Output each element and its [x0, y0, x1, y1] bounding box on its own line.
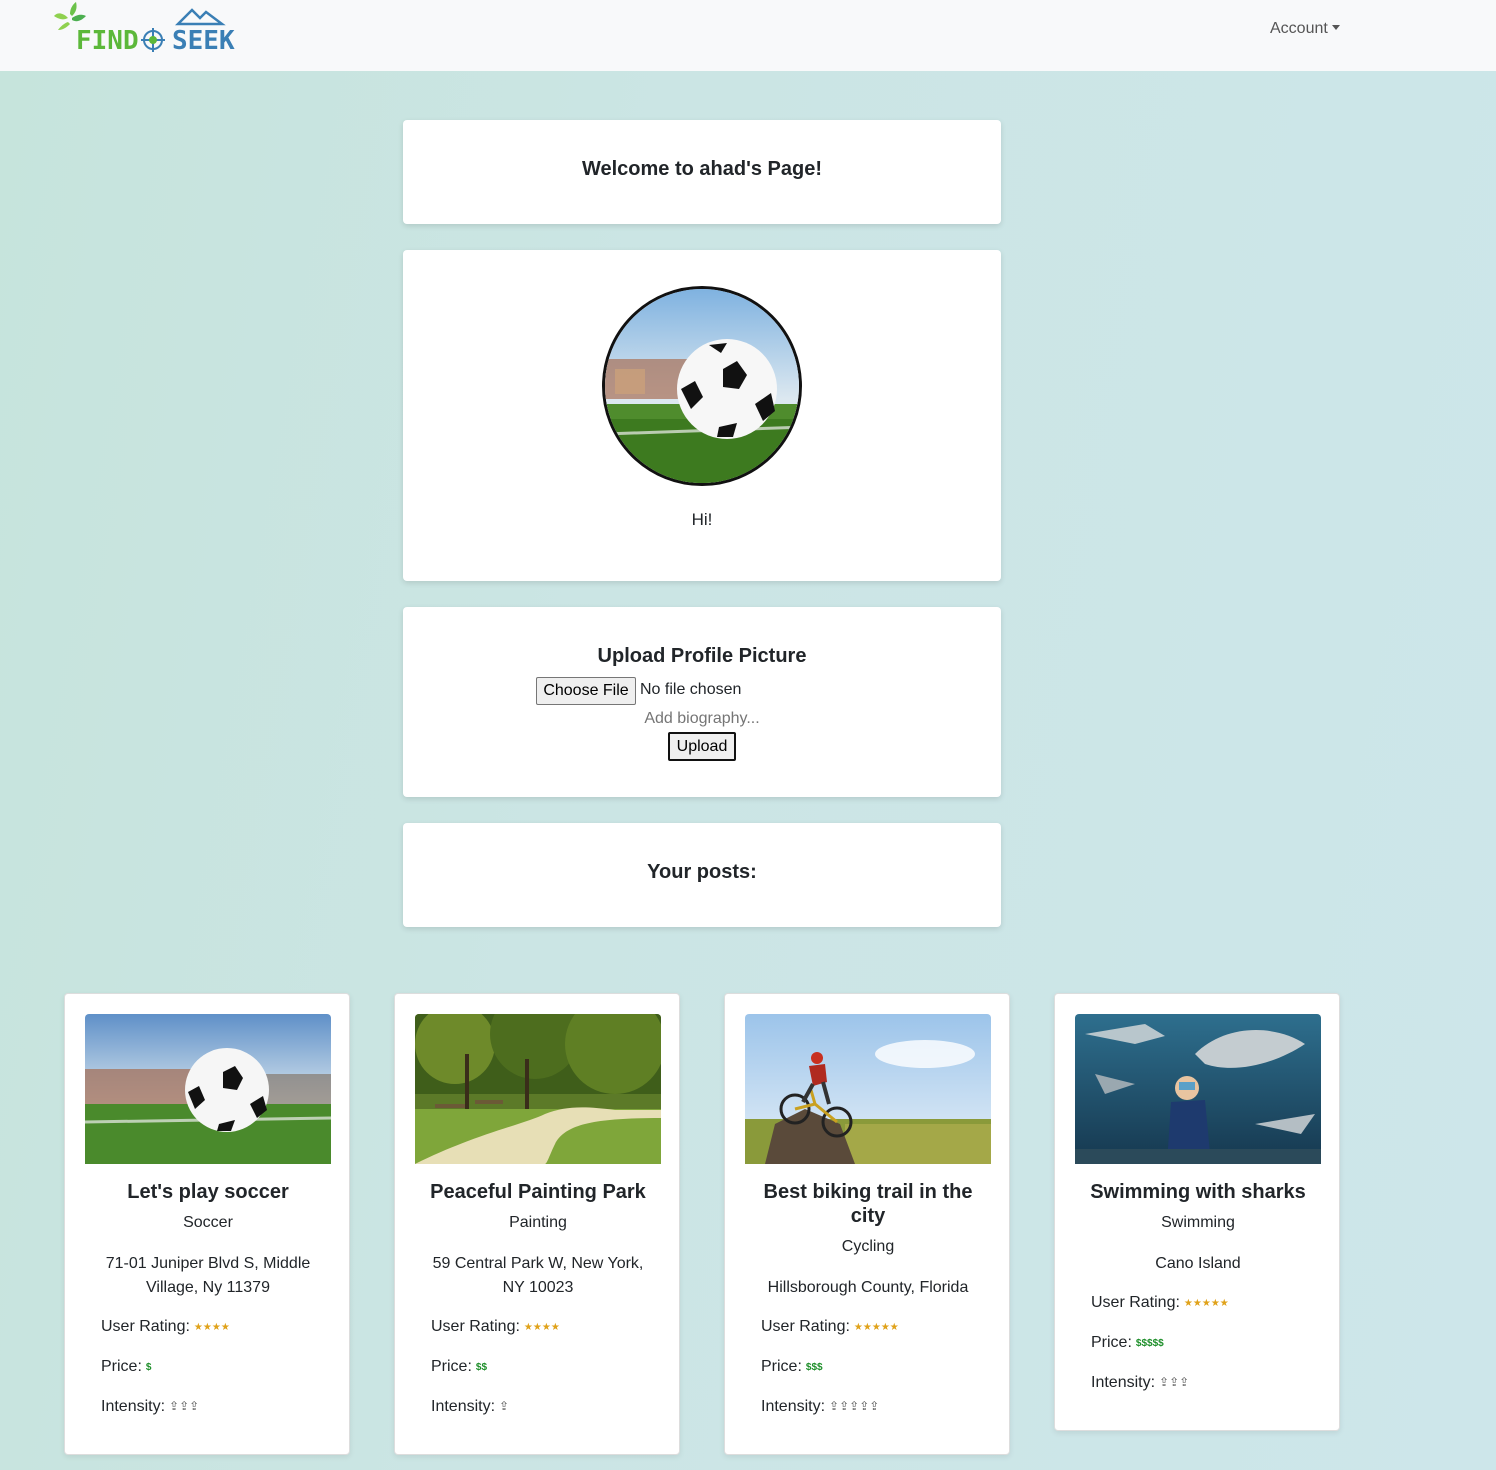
- account-label: Account: [1270, 20, 1328, 37]
- logo-find-text: FIND: [76, 26, 139, 56]
- post-rating: User Rating: ★★★★: [431, 1318, 560, 1336]
- intensity-label: Intensity:: [101, 1398, 166, 1415]
- post-intensity: Intensity: ⇪⇪⇪: [101, 1398, 199, 1416]
- profile-bio: Hi!: [691, 510, 713, 529]
- welcome-panel: Welcome to ahad's Page!: [403, 120, 1001, 224]
- dollar-icon: $: [145, 1362, 152, 1373]
- intensity-icon: ⇪: [499, 1399, 510, 1413]
- post-price: Price: $: [101, 1358, 151, 1376]
- post-card[interactable]: Peaceful Painting Park Painting 59 Centr…: [394, 993, 680, 1455]
- file-status-text: No file chosen: [640, 681, 742, 698]
- choose-file-button[interactable]: Choose File: [536, 677, 636, 705]
- mountain-biker-thumbnail: [745, 1014, 991, 1164]
- post-category: Swimming: [1161, 1214, 1235, 1231]
- post-title[interactable]: Swimming with sharks: [1075, 1180, 1321, 1204]
- star-rating-icon: ★★★★★: [1183, 1298, 1229, 1309]
- post-intensity: Intensity: ⇪⇪⇪: [1091, 1374, 1189, 1392]
- intensity-label: Intensity:: [761, 1398, 826, 1415]
- post-card[interactable]: Let's play soccer Soccer 71-01 Juniper B…: [64, 993, 350, 1455]
- price-label: Price:: [1091, 1334, 1132, 1351]
- logo-seek-text: SEEK: [172, 26, 235, 56]
- welcome-title: Welcome to ahad's Page!: [581, 158, 822, 180]
- star-rating-icon: ★★★★: [523, 1322, 560, 1333]
- upload-button[interactable]: Upload: [668, 732, 736, 761]
- dollar-icon: $$$: [805, 1362, 823, 1373]
- post-category: Soccer: [183, 1214, 233, 1231]
- post-rating: User Rating: ★★★★★: [1091, 1294, 1229, 1312]
- post-image: [745, 1014, 991, 1164]
- rating-label: User Rating:: [101, 1318, 190, 1335]
- rating-label: User Rating:: [431, 1318, 520, 1335]
- star-rating-icon: ★★★★★: [853, 1322, 899, 1333]
- post-title[interactable]: Peaceful Painting Park: [415, 1180, 661, 1204]
- post-price: Price: $$: [431, 1358, 487, 1376]
- avatar: [602, 286, 802, 486]
- post-rating: User Rating: ★★★★: [101, 1318, 230, 1336]
- soccer-ball-thumbnail: [85, 1014, 331, 1164]
- post-location: 59 Central Park W, New York, NY 10023: [432, 1255, 644, 1296]
- biography-input[interactable]: [603, 707, 801, 731]
- intensity-icon: ⇪⇪⇪: [1159, 1375, 1190, 1389]
- post-image: [415, 1014, 661, 1164]
- post-intensity: Intensity: ⇪⇪⇪⇪⇪: [761, 1398, 879, 1416]
- post-location: Cano Island: [1155, 1255, 1241, 1272]
- dollar-icon: $$: [475, 1362, 488, 1373]
- post-location: 71-01 Juniper Blvd S, Middle Village, Ny…: [105, 1255, 311, 1296]
- posts-title: Your posts:: [647, 861, 757, 883]
- price-label: Price:: [761, 1358, 802, 1375]
- upload-title: Upload Profile Picture: [597, 645, 807, 667]
- post-intensity: Intensity: ⇪: [431, 1398, 509, 1416]
- price-label: Price:: [101, 1358, 142, 1375]
- dollar-icon: $$$$$: [1135, 1338, 1164, 1349]
- post-card[interactable]: Swimming with sharks Swimming Cano Islan…: [1054, 993, 1340, 1431]
- intensity-icon: ⇪⇪⇪⇪⇪: [829, 1399, 880, 1413]
- navbar: FIND SEEK Account: [0, 0, 1496, 71]
- post-category: Painting: [509, 1214, 567, 1231]
- post-location: Hillsborough County, Florida: [767, 1279, 969, 1296]
- post-image: [1075, 1014, 1321, 1164]
- post-title[interactable]: Best biking trail in the city: [745, 1180, 991, 1228]
- park-path-thumbnail: [415, 1014, 661, 1164]
- profile-panel: Hi!: [403, 250, 1001, 581]
- post-card[interactable]: Best biking trail in the city Cycling Hi…: [724, 993, 1010, 1455]
- intensity-label: Intensity:: [1091, 1374, 1156, 1391]
- find-seek-logo[interactable]: FIND SEEK: [52, 2, 238, 58]
- intensity-label: Intensity:: [431, 1398, 496, 1415]
- post-image: [85, 1014, 331, 1164]
- caret-down-icon: [1331, 25, 1340, 30]
- rating-label: User Rating:: [1091, 1294, 1180, 1311]
- post-title[interactable]: Let's play soccer: [85, 1180, 331, 1204]
- soccer-ball-image: [605, 289, 799, 483]
- post-price: Price: $$$$$: [1091, 1334, 1164, 1352]
- shark-diver-thumbnail: [1075, 1014, 1321, 1164]
- price-label: Price:: [431, 1358, 472, 1375]
- rating-label: User Rating:: [761, 1318, 850, 1335]
- intensity-icon: ⇪⇪⇪: [169, 1399, 200, 1413]
- star-rating-icon: ★★★★: [193, 1322, 230, 1333]
- upload-panel: Upload Profile Picture Choose File No fi…: [403, 607, 1001, 797]
- account-dropdown[interactable]: Account: [1270, 20, 1340, 38]
- post-category: Cycling: [841, 1238, 895, 1255]
- post-price: Price: $$$: [761, 1358, 823, 1376]
- posts-panel: Your posts:: [403, 823, 1001, 927]
- post-rating: User Rating: ★★★★★: [761, 1318, 899, 1336]
